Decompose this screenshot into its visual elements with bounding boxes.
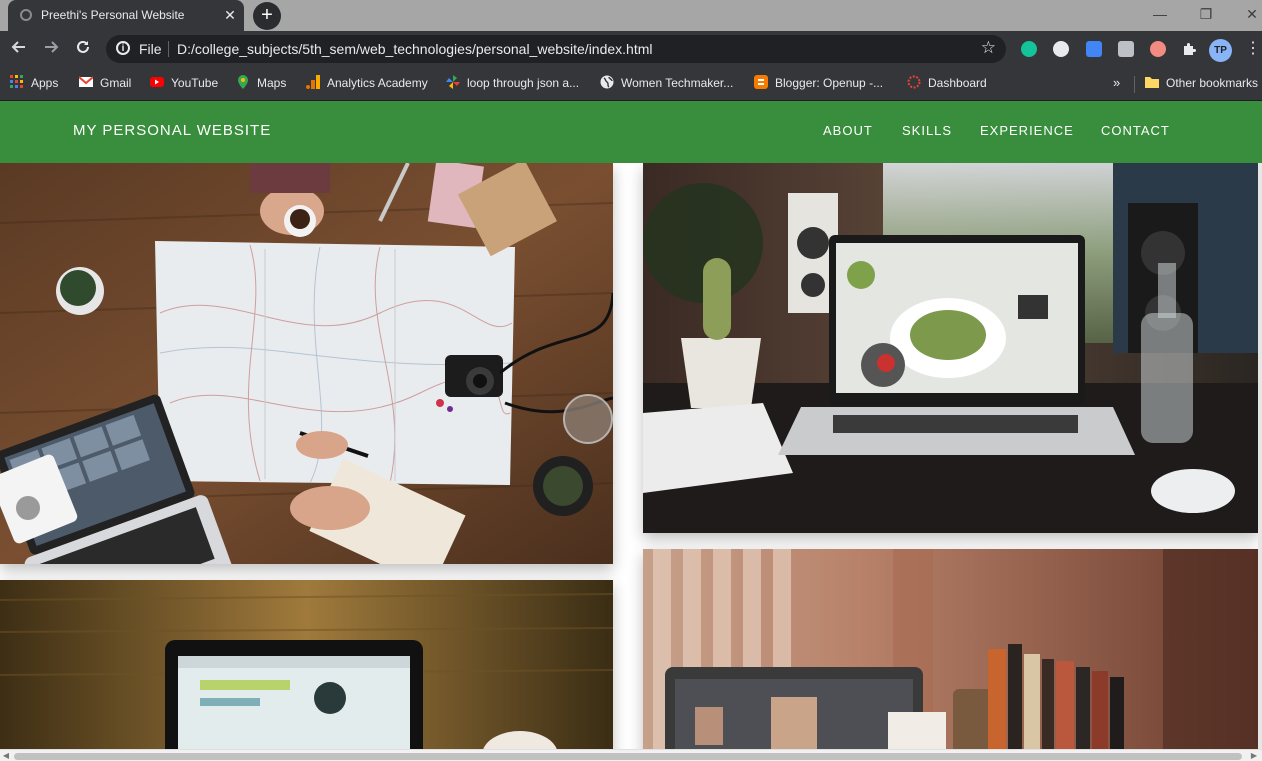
bookmark-star-icon[interactable]: ☆ xyxy=(981,38,996,58)
bookmark-label: loop through json a... xyxy=(467,76,580,90)
reload-icon[interactable] xyxy=(69,35,97,63)
bookmark-blogger[interactable]: Blogger: Openup -... xyxy=(754,75,883,93)
dashboard-ring-icon xyxy=(907,75,921,89)
bookmark-label: Blogger: Openup -... xyxy=(775,76,884,90)
back-arrow-icon[interactable] xyxy=(5,35,33,63)
scroll-right-icon[interactable]: ▶ xyxy=(1248,750,1260,761)
address-bar[interactable]: i File D:/college_subjects/5th_sem/web_t… xyxy=(106,35,1006,63)
flame-extension-icon[interactable] xyxy=(1150,41,1166,57)
camera-extension-icon[interactable] xyxy=(1118,41,1134,57)
scrollbar-thumb[interactable] xyxy=(14,753,1242,760)
scheme-label: File xyxy=(139,41,162,57)
bookmark-analytics-academy[interactable]: Analytics Academy xyxy=(306,75,428,93)
bookmark-label: Analytics Academy xyxy=(327,76,428,90)
site-navbar: MY PERSONAL WEBSITE ABOUT SKILLS EXPERIE… xyxy=(0,101,1262,163)
globe-icon xyxy=(600,75,614,89)
bookmark-gmail[interactable]: Gmail xyxy=(79,75,131,93)
tab-close-icon[interactable]: ✕ xyxy=(220,5,240,25)
bookmark-apps[interactable]: Apps xyxy=(10,75,58,93)
window-close-button[interactable]: ✕ xyxy=(1232,3,1262,25)
bookmark-youtube[interactable]: YouTube xyxy=(150,75,218,93)
gmail-icon xyxy=(79,76,93,87)
nav-link-about[interactable]: ABOUT xyxy=(823,123,873,138)
docs-extension-icon[interactable] xyxy=(1086,41,1102,57)
url-text[interactable]: D:/college_subjects/5th_sem/web_technolo… xyxy=(177,41,653,57)
vertical-scrollbar[interactable] xyxy=(1258,163,1262,761)
profile-avatar[interactable]: TP xyxy=(1209,39,1232,62)
other-bookmarks-label: Other bookmarks xyxy=(1166,76,1259,90)
browser-tab[interactable]: Preethi's Personal Website ✕ xyxy=(8,0,244,31)
browser-menu-icon[interactable]: ⋮ xyxy=(1245,39,1261,61)
bookmark-dashboard[interactable]: Dashboard xyxy=(907,75,987,93)
bookmarks-divider xyxy=(1134,76,1135,93)
bookmark-label: Dashboard xyxy=(928,76,987,90)
minimize-button[interactable]: — xyxy=(1140,3,1180,25)
youtube-icon xyxy=(150,77,164,87)
grammarly-extension-icon[interactable] xyxy=(1021,41,1037,57)
web-page: MY PERSONAL WEBSITE ABOUT SKILLS EXPERIE… xyxy=(0,101,1262,761)
bookmark-label: YouTube xyxy=(171,76,219,90)
globe-icon xyxy=(20,9,32,21)
browser-toolbar: i File D:/college_subjects/5th_sem/web_t… xyxy=(0,31,1262,68)
plus-extension-icon[interactable] xyxy=(1053,41,1069,57)
horizontal-scrollbar[interactable]: ◀ ▶ xyxy=(0,749,1262,761)
new-tab-button[interactable]: + xyxy=(253,2,281,30)
analytics-icon xyxy=(306,75,320,89)
pinwheel-icon xyxy=(446,75,460,89)
tab-strip: Preethi's Personal Website ✕ + — ❐ ✕ xyxy=(0,0,1262,31)
bookmarks-overflow-icon[interactable]: » xyxy=(1113,75,1120,90)
bookmark-women-techmakers[interactable]: Women Techmaker... xyxy=(600,75,733,93)
other-bookmarks[interactable]: Other bookmarks xyxy=(1145,75,1258,93)
maps-pin-icon xyxy=(238,75,248,89)
bookmark-label: Women Techmaker... xyxy=(621,76,734,90)
scroll-left-icon[interactable]: ◀ xyxy=(0,750,12,761)
omnibox-divider xyxy=(168,41,169,57)
site-brand[interactable]: MY PERSONAL WEBSITE xyxy=(73,122,271,139)
laptop-bookshelf-photo xyxy=(643,549,1258,761)
nav-link-skills[interactable]: SKILLS xyxy=(902,123,952,138)
nav-link-contact[interactable]: CONTACT xyxy=(1101,123,1170,138)
bookmark-label: Maps xyxy=(257,76,287,90)
folder-icon xyxy=(1145,77,1159,88)
laptop-wooden-table-photo xyxy=(0,580,613,761)
forward-arrow-icon[interactable] xyxy=(37,35,65,63)
map-travel-desk-photo xyxy=(0,163,613,564)
apps-grid-icon xyxy=(10,75,23,88)
site-info-icon[interactable]: i xyxy=(116,41,130,55)
bookmark-maps[interactable]: Maps xyxy=(236,75,286,93)
puzzle-extensions-icon[interactable] xyxy=(1181,41,1197,57)
tab-title: Preethi's Personal Website xyxy=(41,8,185,22)
restore-button[interactable]: ❐ xyxy=(1186,3,1226,25)
bookmark-label: Gmail xyxy=(100,76,132,90)
blogger-icon xyxy=(754,75,768,89)
bookmarks-bar: Apps Gmail YouTube Maps Analytics Academ… xyxy=(0,68,1262,101)
bookmark-loop-json[interactable]: loop through json a... xyxy=(446,75,579,93)
laptop-cactus-desk-photo xyxy=(643,163,1258,533)
nav-link-experience[interactable]: EXPERIENCE xyxy=(980,123,1074,138)
bookmark-label: Apps xyxy=(31,76,59,90)
